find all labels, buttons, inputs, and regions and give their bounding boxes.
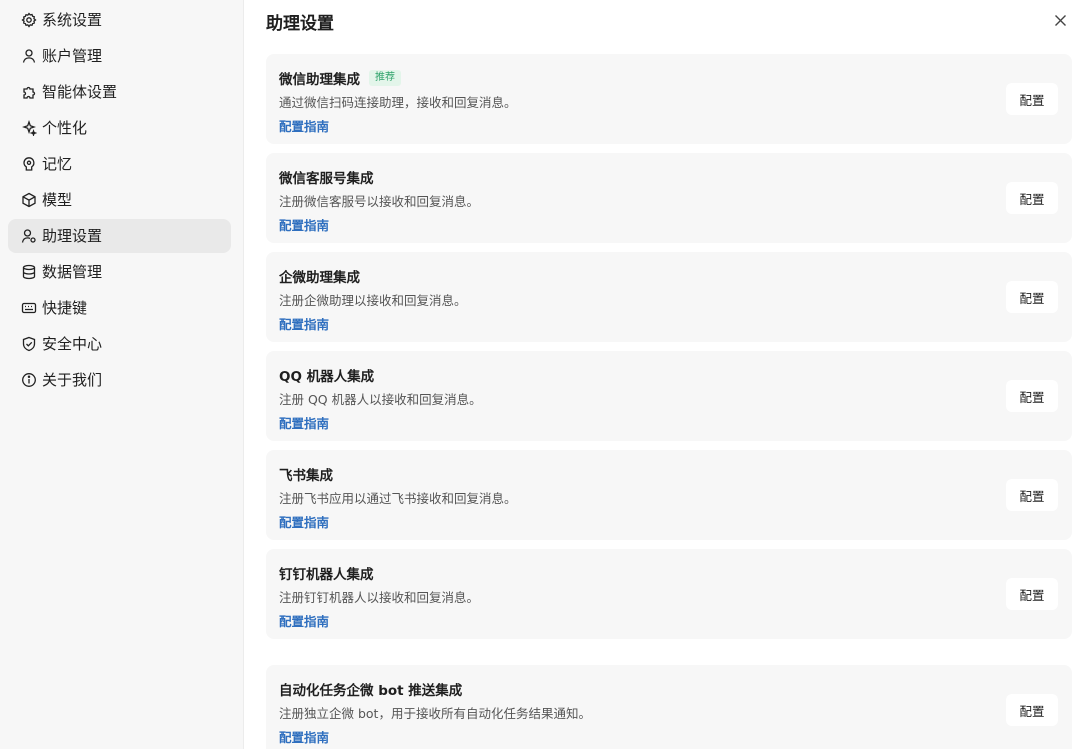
- card-description: 注册独立企微 bot，用于接收所有自动化任务结果通知。: [279, 706, 591, 721]
- configure-button[interactable]: 配置: [1006, 578, 1058, 610]
- configure-button[interactable]: 配置: [1006, 182, 1058, 214]
- card-title: 企微助理集成: [279, 270, 360, 286]
- shield-icon: [21, 336, 37, 352]
- database-icon: [21, 264, 37, 280]
- sidebar-item-label: 助理设置: [42, 226, 103, 245]
- sidebar-item-model[interactable]: 模型: [8, 183, 231, 217]
- sidebar-item-label: 系统设置: [42, 10, 103, 29]
- card-description: 注册钉钉机器人以接收和回复消息。: [279, 590, 480, 605]
- sidebar-item-about-us[interactable]: 关于我们: [8, 363, 231, 397]
- sidebar-item-label: 账户管理: [42, 46, 103, 65]
- sidebar-item-security-center[interactable]: 安全中心: [8, 327, 231, 361]
- sidebar-item-label: 记忆: [42, 154, 73, 173]
- close-button[interactable]: [1052, 12, 1068, 28]
- integration-card-qq-bot: QQ 机器人集成 注册 QQ 机器人以接收和回复消息。 配置指南 配置: [266, 351, 1072, 441]
- card-description: 注册微信客服号以接收和回复消息。: [279, 194, 480, 209]
- sidebar-item-label: 智能体设置: [42, 82, 118, 101]
- main-panel: 助理设置 微信助理集成 推荐 通过微信扫码连接助理，接收和回复消息。 配置指南 …: [244, 0, 1080, 749]
- puzzle-icon: [21, 84, 37, 100]
- card-description: 注册企微助理以接收和回复消息。: [279, 293, 467, 308]
- card-description: 通过微信扫码连接助理，接收和回复消息。: [279, 95, 517, 110]
- sparkle-icon: [21, 120, 37, 136]
- sidebar-item-memory[interactable]: 记忆: [8, 147, 231, 181]
- card-description: 注册 QQ 机器人以接收和回复消息。: [279, 392, 482, 407]
- card-title: 飞书集成: [279, 468, 333, 484]
- config-guide-link[interactable]: 配置指南: [279, 215, 329, 234]
- sidebar-item-label: 数据管理: [42, 262, 103, 281]
- recommend-badge: 推荐: [369, 70, 401, 86]
- integration-card-automation-wecom-bot: 自动化任务企微 bot 推送集成 注册独立企微 bot，用于接收所有自动化任务结…: [266, 665, 1072, 749]
- sidebar-item-assistant-settings[interactable]: 助理设置: [8, 219, 231, 253]
- card-description: 注册飞书应用以通过飞书接收和回复消息。: [279, 491, 517, 506]
- sidebar-item-personalization[interactable]: 个性化: [8, 111, 231, 145]
- sidebar-item-label: 安全中心: [42, 334, 103, 353]
- cube-icon: [21, 192, 37, 208]
- configure-button[interactable]: 配置: [1006, 479, 1058, 511]
- user-icon: [21, 48, 37, 64]
- card-title: 微信客服号集成: [279, 171, 374, 187]
- user-gear-icon: [21, 228, 37, 244]
- card-title: 微信助理集成: [279, 72, 360, 88]
- sidebar-item-agent-settings[interactable]: 智能体设置: [8, 75, 231, 109]
- card-title: 钉钉机器人集成: [279, 567, 374, 583]
- sidebar: 系统设置 账户管理 智能体设置 个性化 记忆 模型 助理设置 数据管理 快捷键 …: [0, 0, 244, 749]
- config-guide-link[interactable]: 配置指南: [279, 314, 329, 333]
- sidebar-item-label: 个性化: [42, 118, 88, 137]
- sidebar-item-data-management[interactable]: 数据管理: [8, 255, 231, 289]
- integration-card-wechat-assistant: 微信助理集成 推荐 通过微信扫码连接助理，接收和回复消息。 配置指南 配置: [266, 54, 1072, 144]
- sidebar-item-label: 关于我们: [42, 370, 103, 389]
- config-guide-link[interactable]: 配置指南: [279, 116, 329, 135]
- card-title: QQ 机器人集成: [279, 369, 375, 385]
- integration-card-wechat-service: 微信客服号集成 注册微信客服号以接收和回复消息。 配置指南 配置: [266, 153, 1072, 243]
- configure-button[interactable]: 配置: [1006, 281, 1058, 313]
- sidebar-item-account[interactable]: 账户管理: [8, 39, 231, 73]
- card-title: 自动化任务企微 bot 推送集成: [279, 683, 463, 699]
- brain-icon: [21, 156, 37, 172]
- sidebar-item-label: 模型: [42, 190, 73, 209]
- configure-button[interactable]: 配置: [1006, 694, 1058, 726]
- page-title: 助理设置: [266, 14, 334, 34]
- config-guide-link[interactable]: 配置指南: [279, 727, 329, 746]
- sidebar-item-system-settings[interactable]: 系统设置: [8, 3, 231, 37]
- configure-button[interactable]: 配置: [1006, 83, 1058, 115]
- config-guide-link[interactable]: 配置指南: [279, 413, 329, 432]
- integration-card-wecom-assistant: 企微助理集成 注册企微助理以接收和回复消息。 配置指南 配置: [266, 252, 1072, 342]
- configure-button[interactable]: 配置: [1006, 380, 1058, 412]
- gear-icon: [21, 12, 37, 28]
- keyboard-icon: [21, 300, 37, 316]
- sidebar-item-shortcuts[interactable]: 快捷键: [8, 291, 231, 325]
- integration-card-feishu: 飞书集成 注册飞书应用以通过飞书接收和回复消息。 配置指南 配置: [266, 450, 1072, 540]
- integration-card-dingtalk: 钉钉机器人集成 注册钉钉机器人以接收和回复消息。 配置指南 配置: [266, 549, 1072, 639]
- info-icon: [21, 372, 37, 388]
- config-guide-link[interactable]: 配置指南: [279, 512, 329, 531]
- config-guide-link[interactable]: 配置指南: [279, 611, 329, 630]
- close-icon: [1054, 14, 1066, 26]
- sidebar-item-label: 快捷键: [42, 298, 88, 317]
